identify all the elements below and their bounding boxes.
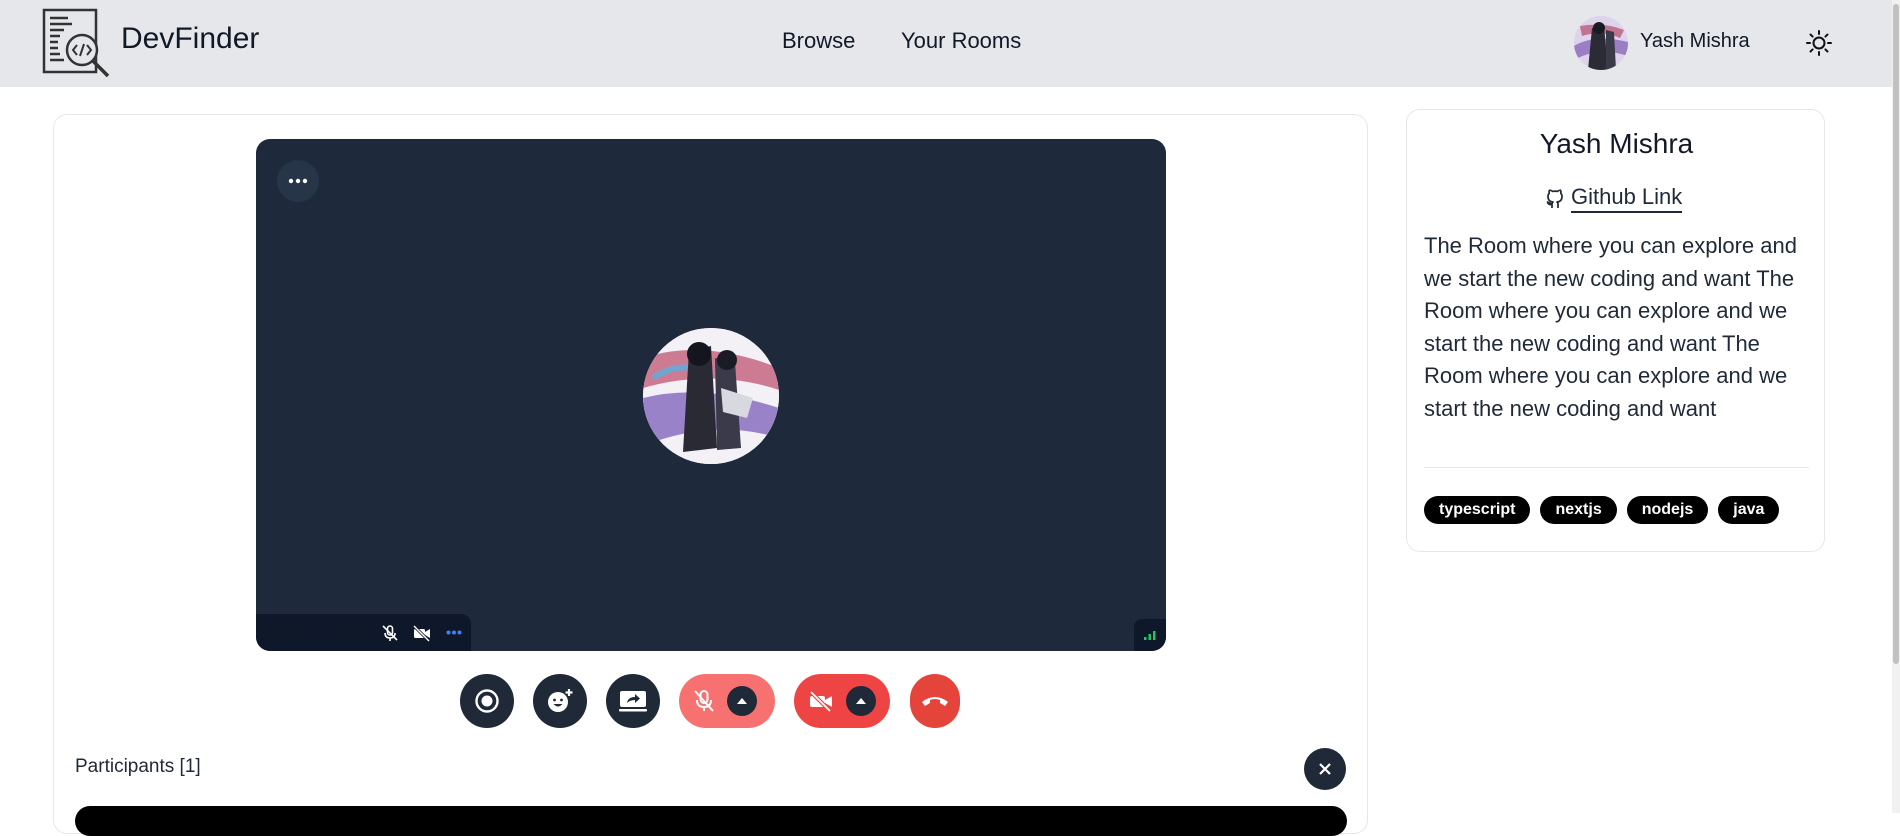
participant-list-bar[interactable] (75, 806, 1347, 836)
participant-video-tile[interactable]: Yash Mishra (256, 139, 1166, 651)
tag-java[interactable]: java (1718, 496, 1780, 524)
room-owner-name: Yash Mishra (1539, 128, 1694, 159)
caret-up-icon[interactable] (727, 686, 757, 716)
tag-list: typescript nextjs nodejs java (1424, 496, 1780, 524)
video-off-icon (809, 690, 832, 712)
github-link[interactable]: Github Link (1545, 184, 1683, 213)
participant-name-bar: Yash Mishra (256, 614, 471, 651)
tag-typescript[interactable]: typescript (1424, 496, 1531, 524)
participants-count[interactable]: Participants [1] (75, 756, 201, 778)
tag-nodejs[interactable]: nodejs (1626, 496, 1709, 524)
leave-call-button[interactable] (910, 674, 960, 728)
more-icon[interactable] (277, 160, 319, 202)
participant-avatar (643, 328, 779, 464)
user-name[interactable]: Yash Mishra (1640, 30, 1750, 53)
participant-more-icon[interactable] (444, 623, 464, 643)
caret-up-icon[interactable] (846, 686, 876, 716)
close-participants-button[interactable] (1304, 748, 1346, 790)
signal-icon (1134, 619, 1166, 651)
nav-your-rooms[interactable]: Your Rooms (901, 28, 1021, 54)
screen-share-icon (619, 691, 647, 712)
mic-off-icon (694, 690, 714, 712)
divider (1424, 467, 1809, 468)
mic-off-icon (380, 623, 400, 643)
video-off-icon (412, 623, 432, 643)
sun-icon[interactable] (1804, 28, 1834, 58)
user-avatar[interactable] (1574, 16, 1628, 70)
hang-up-icon (922, 697, 948, 706)
record-icon (475, 689, 499, 713)
tag-nextjs[interactable]: nextjs (1540, 496, 1617, 524)
record-button[interactable] (460, 674, 514, 728)
top-navbar: DevFinder Browse Your Rooms Yash Mishra (0, 0, 1900, 87)
github-link-label[interactable]: Github Link (1571, 184, 1683, 213)
close-icon (1319, 763, 1331, 775)
github-icon (1546, 188, 1563, 208)
reactions-button[interactable] (533, 674, 587, 728)
camera-toggle[interactable] (794, 674, 890, 728)
brand-name[interactable]: DevFinder (121, 22, 259, 56)
microphone-toggle[interactable] (679, 674, 775, 728)
nav-browse[interactable]: Browse (782, 28, 855, 54)
participant-name: Yash Mishra (264, 621, 369, 643)
room-description: The Room where you can explore and we st… (1424, 233, 1797, 421)
scrollbar-thumb[interactable] (1893, 4, 1899, 664)
emoji-icon (548, 689, 573, 712)
screen-share-button[interactable] (606, 674, 660, 728)
room-info-card: Yash Mishra Github Link The Room where y… (1406, 109, 1825, 552)
logo-icon[interactable] (42, 8, 112, 78)
